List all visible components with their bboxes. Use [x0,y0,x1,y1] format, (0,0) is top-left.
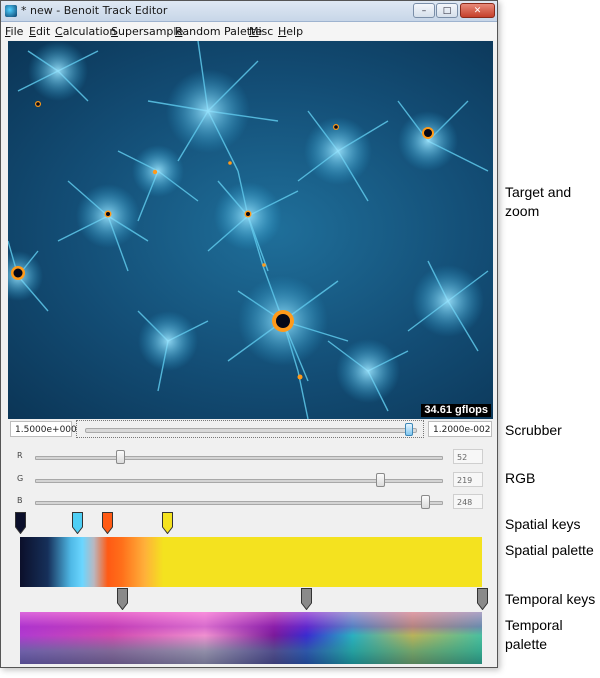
scrubber-start-value[interactable]: 1.5000e+000 [10,421,77,437]
annotation-target-zoom: Target and zoom [505,184,572,219]
blue-slider-groove[interactable] [35,501,443,505]
close-button[interactable]: ✕ [460,3,495,18]
slider-blue: B 248 [9,494,493,512]
annotation-temporal-palette: Temporal palette [505,617,563,652]
scrubber-handle[interactable] [404,423,413,436]
spatial-keys-strip[interactable] [15,512,485,536]
annotation-temporal-keys: Temporal keys [505,591,596,607]
menu-supersample[interactable]: Supersample [111,25,183,38]
temporal-palette-bar[interactable] [20,612,482,664]
menu-misc[interactable]: Misc [249,25,273,38]
annotation-spatial-keys: Spatial keys [505,516,581,532]
green-value-field[interactable]: 219 [453,472,483,487]
label-blue: B [17,496,23,505]
window-title: * new - Benoit Track Editor [21,4,168,17]
spatial-key-2[interactable] [72,512,84,535]
label-red: R [17,451,23,460]
spatial-key-3[interactable] [102,512,114,535]
app-icon [5,5,17,17]
label-green: G [17,474,24,483]
app-window: * new - Benoit Track Editor – □ ✕ File E… [0,0,498,668]
scrubber-row: 1.5000e+000 1.2000e-002 [9,420,493,440]
menu-help[interactable]: Help [278,25,303,38]
temporal-keys-strip[interactable] [15,588,488,612]
temporal-key-3[interactable] [477,588,488,611]
slider-red: R 52 [9,449,493,467]
scrubber-track[interactable] [76,420,424,438]
red-slider-handle[interactable] [115,450,125,464]
blue-value-field[interactable]: 248 [453,494,483,509]
fractal-image [8,41,489,419]
menu-calculation[interactable]: Calculation [55,25,116,38]
slider-green: G 219 [9,472,493,490]
blue-slider-handle[interactable] [421,495,431,509]
annotation-scrubber: Scrubber [505,422,562,438]
menu-bar: File Edit Calculation Supersample Random… [1,22,497,40]
scrubber-end-value[interactable]: 1.2000e-002 [428,421,492,437]
temporal-key-2[interactable] [301,588,313,611]
menu-edit[interactable]: Edit [29,25,50,38]
menu-file[interactable]: File [5,25,23,38]
temporal-key-1[interactable] [116,588,128,611]
spatial-key-1[interactable] [15,512,26,535]
green-slider-handle[interactable] [376,473,386,487]
annotation-spatial-palette: Spatial palette [505,542,594,558]
spatial-key-4[interactable] [161,512,173,535]
scrubber-groove [85,428,417,433]
minimize-button[interactable]: – [413,3,435,18]
title-bar[interactable]: * new - Benoit Track Editor – □ ✕ [1,1,497,22]
annotation-rgb: RGB [505,470,536,486]
maximize-button[interactable]: □ [436,3,458,18]
red-slider-groove[interactable] [35,456,443,460]
fractal-viewport[interactable]: 34.61 gflops [8,41,493,419]
gflops-readout: 34.61 gflops [421,404,491,417]
red-value-field[interactable]: 52 [453,449,483,464]
spatial-palette-bar[interactable] [20,537,482,587]
